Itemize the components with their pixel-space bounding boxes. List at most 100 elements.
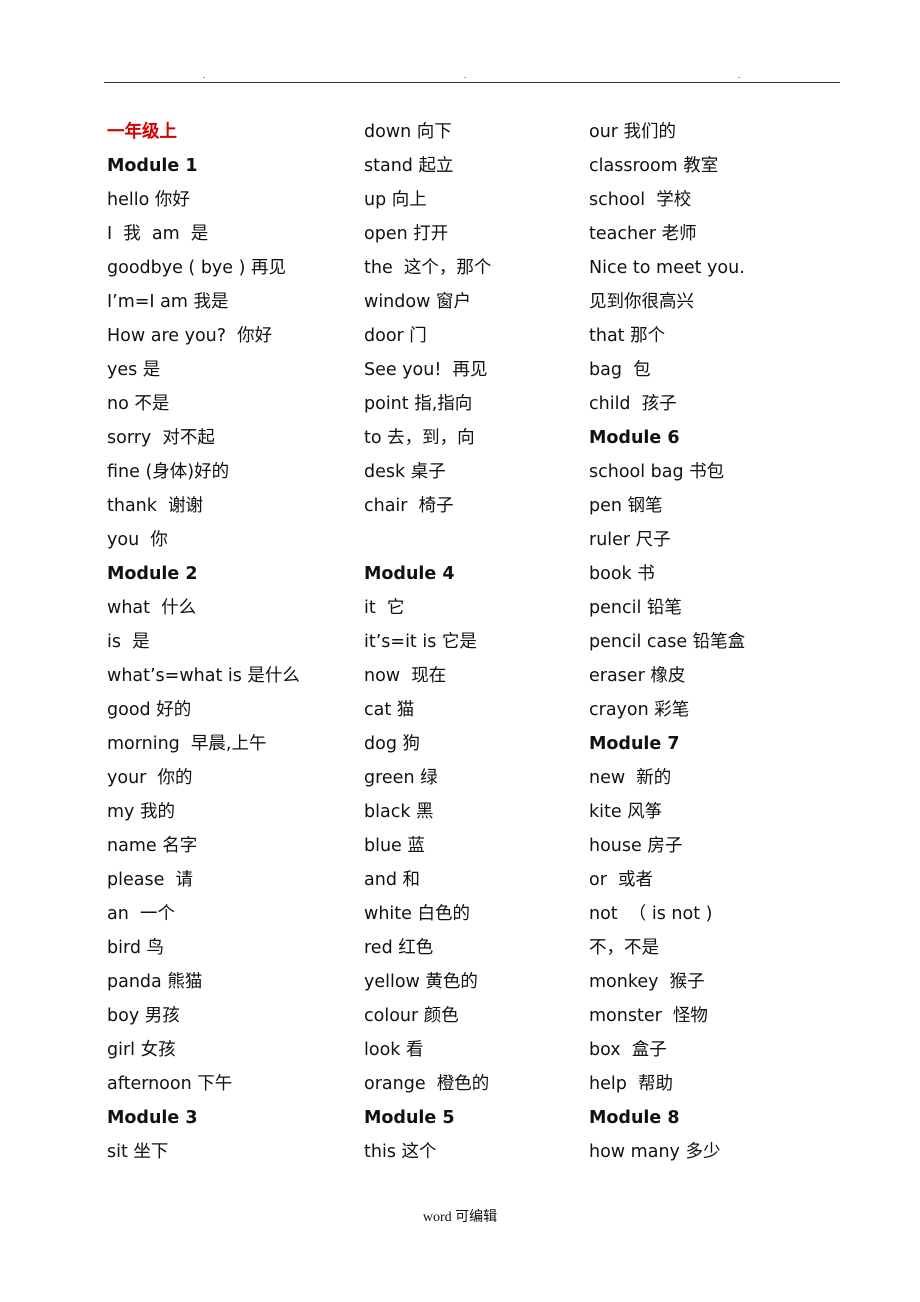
vocab-entry: house 房子 xyxy=(589,836,683,856)
vocab-entry: how many 多少 xyxy=(589,1142,721,1162)
vocab-entry: bag 包 xyxy=(589,360,651,380)
vocab-entry: green 绿 xyxy=(364,768,438,788)
vocab-entry: to 去，到，向 xyxy=(364,428,475,448)
vocab-entry: pencil 铅笔 xyxy=(589,598,682,618)
vocab-entry: monster 怪物 xyxy=(589,1006,708,1026)
vocab-column-1: 一年级上 Module 1 hello 你好 I 我 am 是 goodbye ( by… xyxy=(107,115,300,1169)
vocab-entry: name 名字 xyxy=(107,836,198,856)
header-dot: . xyxy=(738,70,741,80)
vocab-entry: monkey 猴子 xyxy=(589,972,705,992)
vocab-entry: dog 狗 xyxy=(364,734,420,754)
vocab-entry: your 你的 xyxy=(107,768,193,788)
vocab-entry: you 你 xyxy=(107,530,168,550)
vocab-entry: my 我的 xyxy=(107,802,175,822)
vocab-entry: orange 橙色的 xyxy=(364,1074,490,1094)
vocab-entry: school bag 书包 xyxy=(589,462,725,482)
vocab-entry: that 那个 xyxy=(589,326,666,346)
vocab-entry: what 什么 xyxy=(107,598,197,618)
vocab-entry: teacher 老师 xyxy=(589,224,697,244)
vocab-entry: bird 鸟 xyxy=(107,938,165,958)
vocab-entry: eraser 橡皮 xyxy=(589,666,686,686)
vocab-entry: colour 颜色 xyxy=(364,1006,459,1026)
vocab-entry: and 和 xyxy=(364,870,420,890)
vocab-entry: yes 是 xyxy=(107,360,161,380)
vocab-entry: Nice to meet you. xyxy=(589,258,745,278)
header-dot: . xyxy=(203,70,206,80)
vocab-entry: red 红色 xyxy=(364,938,434,958)
module-heading: Module 6 xyxy=(589,428,680,448)
vocab-entry: classroom 教室 xyxy=(589,156,719,176)
vocab-entry: our 我们的 xyxy=(589,122,677,142)
vocab-entry: panda 熊猫 xyxy=(107,972,203,992)
header-dot: . xyxy=(464,70,467,80)
vocab-column-3: our 我们的 classroom 教室 school 学校 teacher 老师 Ni… xyxy=(589,115,745,1169)
vocab-entry: or 或者 xyxy=(589,870,654,890)
vocab-entry: ruler 尺子 xyxy=(589,530,671,550)
module-heading: Module 4 xyxy=(364,564,455,584)
vocab-entry: is 是 xyxy=(107,632,150,652)
vocab-entry: pencil case 铅笔盒 xyxy=(589,632,746,652)
module-heading: Module 1 xyxy=(107,156,198,176)
vocab-entry: black 黑 xyxy=(364,802,434,822)
vocab-entry: fine (身体)好的 xyxy=(107,462,230,482)
vocab-column-2: down 向下 stand 起立 up 向上 open 打开 the 这个，那个 wind… xyxy=(364,115,491,1169)
vocab-entry: How are you? 你好 xyxy=(107,326,273,346)
grade-title: 一年级上 xyxy=(107,122,177,142)
vocab-entry: it 它 xyxy=(364,598,405,618)
vocab-entry: no 不是 xyxy=(107,394,170,414)
vocab-entry: See you! 再见 xyxy=(364,360,488,380)
vocab-entry: chair 椅子 xyxy=(364,496,454,516)
vocab-entry: boy 男孩 xyxy=(107,1006,180,1026)
header-rule xyxy=(104,82,840,83)
vocab-entry: this 这个 xyxy=(364,1142,437,1162)
vocab-entry: sit 坐下 xyxy=(107,1142,169,1162)
vocab-entry: look 看 xyxy=(364,1040,424,1060)
vocab-entry: girl 女孩 xyxy=(107,1040,176,1060)
vocab-entry: up 向上 xyxy=(364,190,427,210)
module-heading: Module 5 xyxy=(364,1108,455,1128)
vocab-entry: hello 你好 xyxy=(107,190,190,210)
vocab-entry: an 一个 xyxy=(107,904,175,924)
vocab-entry: door 门 xyxy=(364,326,427,346)
vocab-entry: point 指,指向 xyxy=(364,394,473,414)
vocab-entry: window 窗户 xyxy=(364,292,471,312)
vocab-entry: child 孩子 xyxy=(589,394,677,414)
vocab-entry: stand 起立 xyxy=(364,156,454,176)
vocab-entry: 见到你很高兴 xyxy=(589,292,694,312)
vocab-entry: down 向下 xyxy=(364,122,452,142)
vocab-entry: sorry 对不起 xyxy=(107,428,215,448)
vocab-entry: afternoon 下午 xyxy=(107,1074,233,1094)
vocab-entry: white 白色的 xyxy=(364,904,470,924)
vocab-entry: crayon 彩笔 xyxy=(589,700,690,720)
vocab-entry: school 学校 xyxy=(589,190,692,210)
vocab-entry: now 现在 xyxy=(364,666,447,686)
vocab-entry: 不，不是 xyxy=(589,938,659,958)
vocab-entry: open 打开 xyxy=(364,224,449,244)
vocab-entry: please 请 xyxy=(107,870,193,890)
vocab-entry: the 这个，那个 xyxy=(364,258,492,278)
vocab-entry: kite 风筝 xyxy=(589,802,663,822)
vocab-entry: pen 钢笔 xyxy=(589,496,663,516)
vocab-entry: new 新的 xyxy=(589,768,672,788)
vocab-entry: it’s=it is 它是 xyxy=(364,632,477,652)
vocab-entry: help 帮助 xyxy=(589,1074,673,1094)
vocab-entry: book 书 xyxy=(589,564,655,584)
vocab-entry: morning 早晨,上午 xyxy=(107,734,267,754)
module-heading: Module 2 xyxy=(107,564,198,584)
module-heading: Module 3 xyxy=(107,1108,198,1128)
page-footer: word 可编辑 xyxy=(422,1210,498,1225)
module-heading: Module 8 xyxy=(589,1108,680,1128)
vocab-entry: goodbye ( bye ) 再见 xyxy=(107,258,286,278)
vocab-entry: box 盒子 xyxy=(589,1040,667,1060)
vocab-entry: yellow 黄色的 xyxy=(364,972,478,992)
vocab-entry: I’m=I am 我是 xyxy=(107,292,229,312)
vocab-entry: cat 猫 xyxy=(364,700,415,720)
vocab-entry: desk 桌子 xyxy=(364,462,446,482)
vocab-entry: blue 蓝 xyxy=(364,836,425,856)
vocab-entry: what’s=what is 是什么 xyxy=(107,666,300,686)
vocab-entry: thank 谢谢 xyxy=(107,496,204,516)
vocab-entry: I 我 am 是 xyxy=(107,224,209,244)
vocab-entry: not （ is not ) xyxy=(589,904,713,924)
module-heading: Module 7 xyxy=(589,734,680,754)
